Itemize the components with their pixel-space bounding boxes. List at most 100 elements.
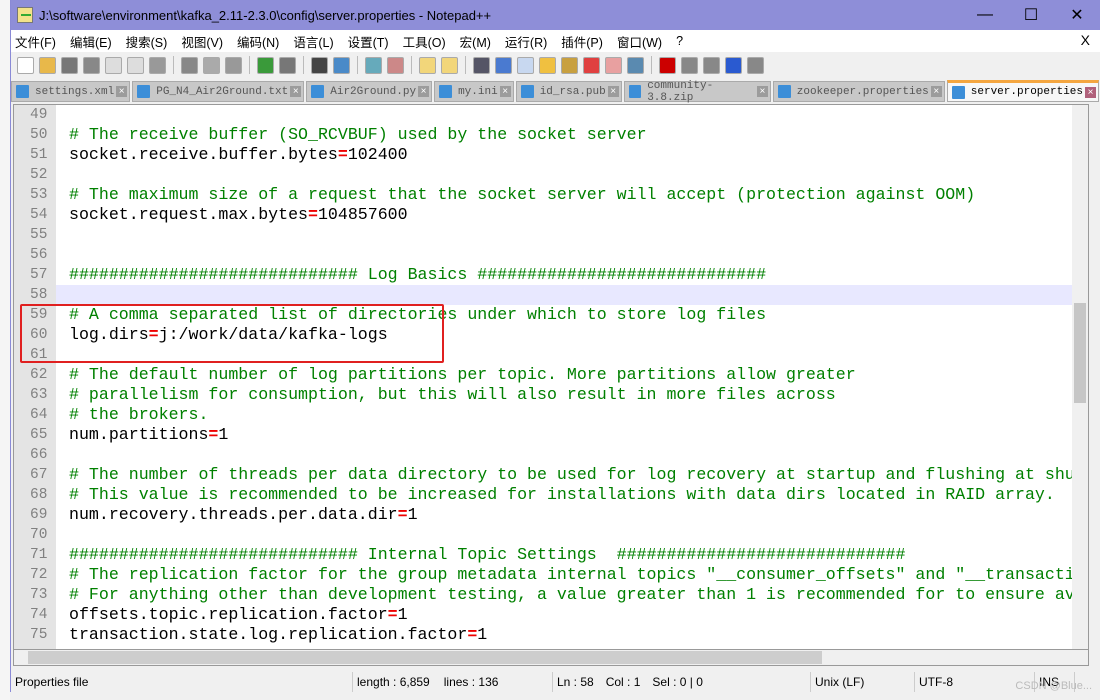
menu-item[interactable]: 插件(P) bbox=[561, 32, 603, 51]
vertical-scroll-thumb[interactable] bbox=[1074, 303, 1086, 403]
close-button[interactable]: ✕ bbox=[1054, 0, 1100, 30]
menu-item[interactable]: ? bbox=[676, 34, 683, 48]
save-status-icon bbox=[311, 85, 325, 98]
show-all-icon[interactable] bbox=[495, 56, 512, 74]
sync-v-icon[interactable] bbox=[419, 56, 436, 74]
menu-item[interactable]: 视图(V) bbox=[181, 32, 223, 51]
monitor-icon[interactable] bbox=[627, 56, 644, 74]
tab-id-rsa-pub[interactable]: id_rsa.pub × bbox=[515, 81, 622, 102]
tab-close-icon[interactable]: × bbox=[1085, 86, 1096, 98]
tab-server-properties[interactable]: server.properties × bbox=[946, 80, 1099, 102]
vertical-scrollbar[interactable] bbox=[1072, 105, 1088, 649]
tab-close-icon[interactable]: × bbox=[116, 86, 128, 97]
find-icon[interactable] bbox=[311, 56, 328, 74]
tab-close-icon[interactable]: × bbox=[607, 86, 619, 97]
tab-close-icon[interactable]: × bbox=[418, 86, 430, 97]
menu-item[interactable]: 工具(O) bbox=[403, 32, 446, 51]
save-macro-icon[interactable] bbox=[747, 56, 764, 74]
line-number: 54 bbox=[14, 205, 56, 225]
code-line: 57 ############################# Log Basi… bbox=[14, 265, 1076, 285]
code-line: 51 socket.receive.buffer.bytes=102400 bbox=[14, 145, 1076, 165]
line-text: socket.request.max.bytes=104857600 bbox=[69, 205, 408, 224]
menu-item[interactable]: 窗口(W) bbox=[617, 32, 662, 51]
save-status-icon bbox=[628, 85, 642, 98]
line-text: socket.receive.buffer.bytes=102400 bbox=[69, 145, 408, 164]
record-macro-icon[interactable] bbox=[659, 56, 676, 74]
tab-settings-xml[interactable]: settings.xml × bbox=[11, 81, 131, 102]
line-number: 62 bbox=[14, 365, 56, 385]
maximize-button[interactable]: ☐ bbox=[1008, 0, 1054, 30]
word-wrap-icon[interactable] bbox=[473, 56, 490, 74]
tab-air2ground-py[interactable]: Air2Ground.py × bbox=[306, 81, 433, 102]
replace-icon[interactable] bbox=[333, 56, 350, 74]
code-line: 63 # parallelism for consumption, but thi… bbox=[14, 385, 1076, 405]
zoom-in-icon[interactable] bbox=[365, 56, 382, 74]
tab-pg-n4-air2ground-txt[interactable]: PG_N4_Air2Ground.txt × bbox=[132, 81, 305, 102]
menu-item[interactable]: 运行(R) bbox=[505, 32, 547, 51]
undo-icon[interactable] bbox=[257, 56, 274, 74]
zoom-out-icon[interactable] bbox=[387, 56, 404, 74]
line-text: # The maximum size of a request that the… bbox=[69, 185, 976, 204]
toolbar-separator bbox=[357, 56, 358, 74]
tab-label: Air2Ground.py bbox=[330, 85, 417, 98]
stop-macro-icon[interactable] bbox=[681, 56, 698, 74]
play-macro-icon[interactable] bbox=[703, 56, 720, 74]
tab-close-icon[interactable]: × bbox=[757, 86, 768, 97]
horizontal-scroll-thumb[interactable] bbox=[28, 651, 822, 664]
editor-lines[interactable]: 49 50 # The receive buffer (SO_RCVBUF) use… bbox=[14, 105, 1088, 649]
line-text: # For anything other than development te… bbox=[69, 585, 1088, 604]
run-macro-multiple-icon[interactable] bbox=[725, 56, 742, 74]
print-icon[interactable] bbox=[149, 56, 166, 74]
tab-close-icon[interactable]: × bbox=[290, 86, 302, 97]
indent-guide-icon[interactable] bbox=[517, 56, 534, 74]
close-document-button[interactable]: X bbox=[1081, 32, 1090, 48]
doc-map-icon[interactable] bbox=[561, 56, 578, 74]
folder-workspace-icon[interactable] bbox=[605, 56, 622, 74]
menu-item[interactable]: 文件(F) bbox=[15, 32, 56, 51]
code-line: 49 bbox=[14, 105, 1076, 125]
line-number: 51 bbox=[14, 145, 56, 165]
menu-item[interactable]: 搜索(S) bbox=[126, 32, 168, 51]
tab-community-3-8-zip[interactable]: community-3.8.zip × bbox=[623, 80, 771, 104]
menu-item[interactable]: 编码(N) bbox=[237, 32, 279, 51]
close-all-icon[interactable] bbox=[127, 56, 144, 74]
menu-item[interactable]: 设置(T) bbox=[348, 32, 389, 51]
close-icon[interactable] bbox=[105, 56, 122, 74]
save-all-icon[interactable] bbox=[83, 56, 100, 74]
cut-icon[interactable] bbox=[181, 56, 198, 74]
code-line: 75 transaction.state.log.replication.fact… bbox=[14, 625, 1076, 645]
line-text: # The receive buffer (SO_RCVBUF) used by… bbox=[69, 125, 647, 144]
line-number: 70 bbox=[14, 525, 56, 545]
new-icon[interactable] bbox=[17, 56, 34, 74]
tab-close-icon[interactable]: × bbox=[930, 86, 942, 97]
menu-item[interactable]: 语言(L) bbox=[293, 32, 333, 51]
horizontal-scrollbar[interactable] bbox=[13, 650, 1089, 666]
code-line: 73 # For anything other than development … bbox=[14, 585, 1088, 605]
tab-label: server.properties bbox=[970, 86, 1083, 98]
tab-zookeeper-properties[interactable]: zookeeper.properties × bbox=[772, 81, 945, 102]
editor[interactable]: 49 50 # The receive buffer (SO_RCVBUF) use… bbox=[13, 104, 1089, 650]
minimize-button[interactable]: — bbox=[962, 0, 1008, 30]
paste-icon[interactable] bbox=[225, 56, 242, 74]
user-lang-icon[interactable] bbox=[539, 56, 556, 74]
line-number: 68 bbox=[14, 485, 56, 505]
line-text: # The replication factor for the group m… bbox=[69, 565, 1089, 584]
open-icon[interactable] bbox=[39, 56, 56, 74]
line-number: 55 bbox=[14, 225, 56, 245]
menu-item[interactable]: 编辑(E) bbox=[70, 32, 112, 51]
function-list-icon[interactable] bbox=[583, 56, 600, 74]
tab-my-ini[interactable]: my.ini × bbox=[434, 81, 514, 102]
line-text: ############################# Internal T… bbox=[69, 545, 906, 564]
save-icon[interactable] bbox=[61, 56, 78, 74]
line-text: offsets.topic.replication.factor=1 bbox=[69, 605, 408, 624]
highlight-annotation-box bbox=[20, 304, 444, 363]
sync-h-icon[interactable] bbox=[441, 56, 458, 74]
tab-close-icon[interactable]: × bbox=[499, 86, 511, 97]
redo-icon[interactable] bbox=[279, 56, 296, 74]
copy-icon[interactable] bbox=[203, 56, 220, 74]
code-line: 65 num.partitions=1 bbox=[14, 425, 1076, 445]
menu-item[interactable]: 宏(M) bbox=[460, 32, 491, 51]
code-line: 72 # The replication factor for the group… bbox=[14, 565, 1088, 585]
line-number: 75 bbox=[14, 625, 56, 645]
code-line: 56 bbox=[14, 245, 1076, 265]
